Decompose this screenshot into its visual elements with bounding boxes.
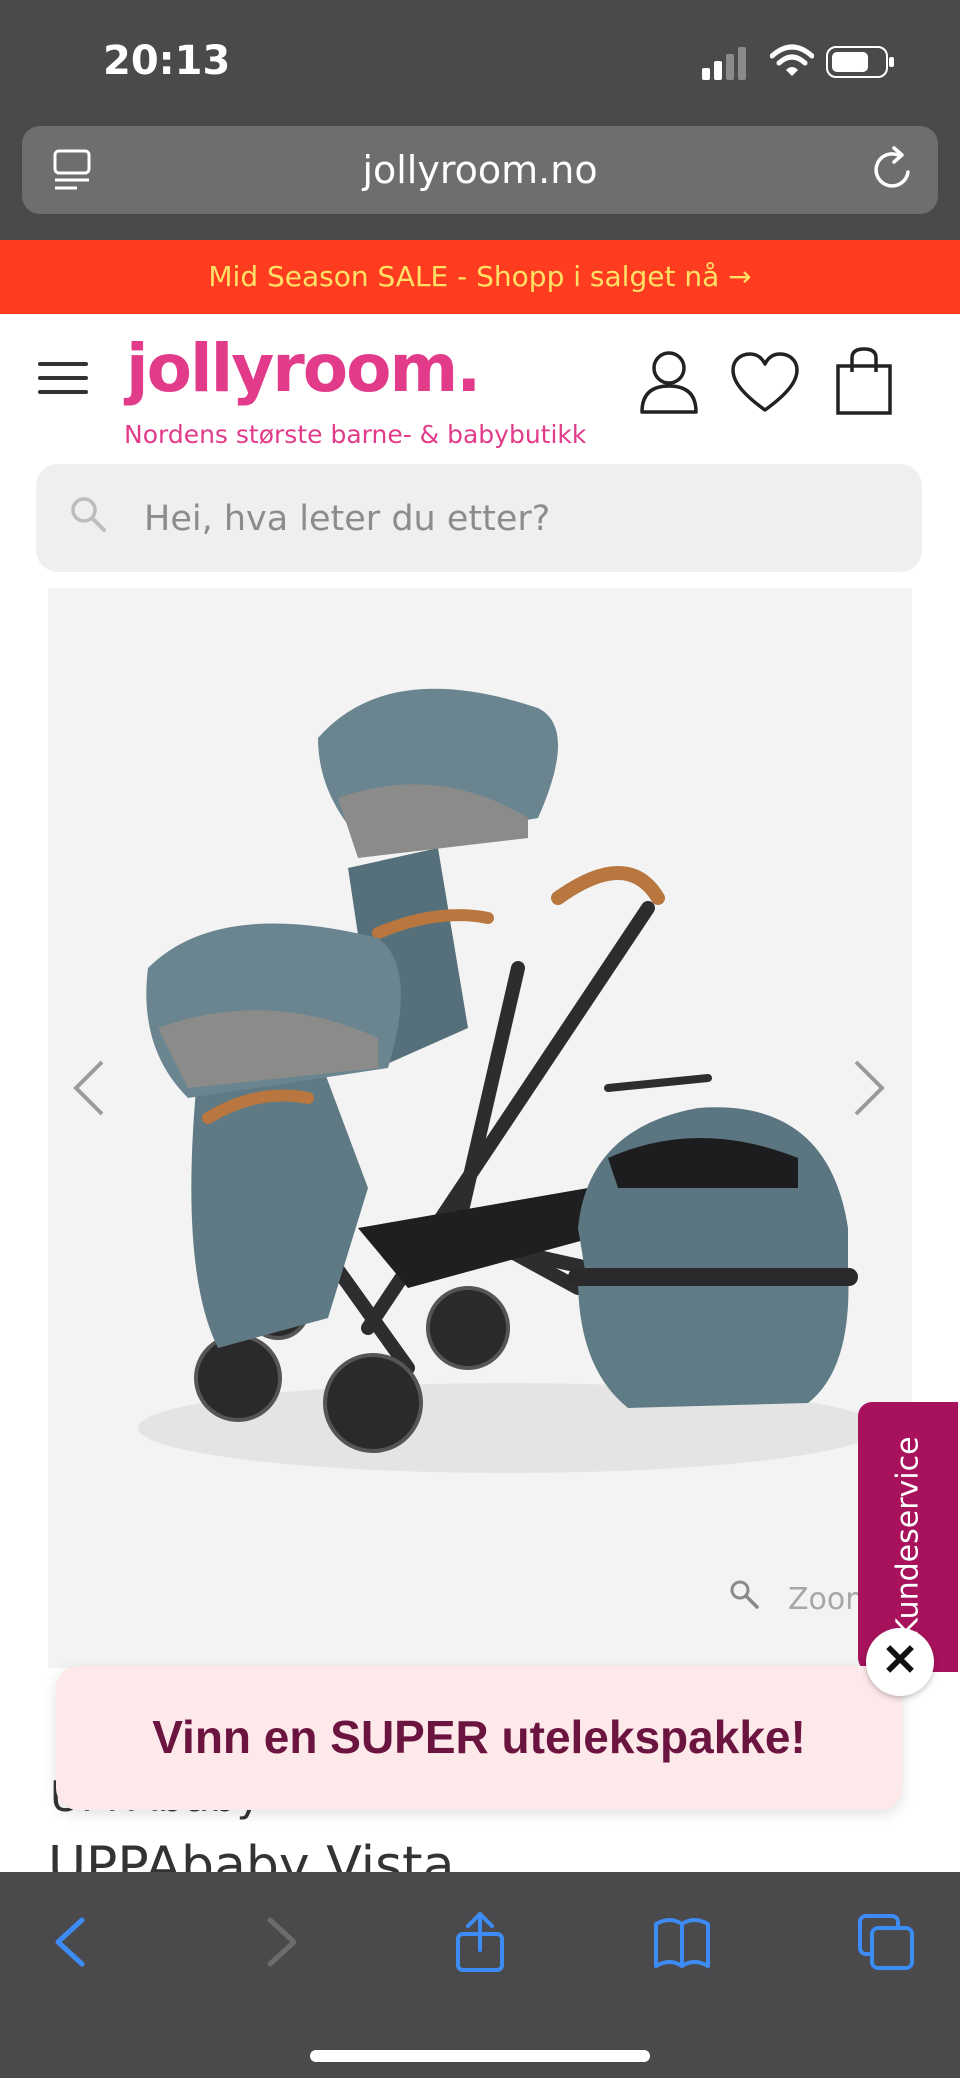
forward-icon[interactable] <box>250 1912 310 1972</box>
promo-banner[interactable]: Mid Season SALE - Shopp i salget nå → <box>0 240 960 314</box>
product-gallery[interactable]: Zoom <box>48 588 912 1668</box>
address-bar[interactable]: jollyroom.no <box>22 126 938 214</box>
wifi-icon <box>770 44 814 76</box>
back-icon[interactable] <box>42 1912 102 1972</box>
url-text[interactable]: jollyroom.no <box>22 148 938 192</box>
browser-toolbar <box>0 1872 960 2078</box>
close-button[interactable]: ✕ <box>866 1628 934 1696</box>
tabs-icon[interactable] <box>856 1912 916 1972</box>
cellular-signal-icon <box>702 47 746 80</box>
search-input[interactable] <box>142 488 886 550</box>
status-time: 20:13 <box>103 38 231 84</box>
promo-popup[interactable]: Vinn en SUPER utelekspakke! <box>56 1666 902 1810</box>
bookmarks-icon[interactable] <box>652 1912 712 1972</box>
chevron-left-icon[interactable] <box>70 1058 110 1118</box>
bag-icon[interactable] <box>834 346 894 416</box>
site-tagline: Nordens største barne- & babybutikk <box>124 420 587 449</box>
browser-chrome: jollyroom.no <box>0 126 960 240</box>
battery-icon <box>826 46 894 78</box>
close-icon: ✕ <box>881 1636 919 1685</box>
search-icon <box>71 497 106 532</box>
status-bar: 20:13 <box>0 0 960 126</box>
customer-service-label: Kundeservice <box>890 1436 926 1638</box>
promo-popup-text[interactable]: Vinn en SUPER utelekspakke! <box>56 1710 902 1764</box>
reload-icon[interactable] <box>870 146 916 192</box>
zoom-icon <box>730 1580 759 1609</box>
hamburger-icon[interactable] <box>38 360 88 396</box>
product-image[interactable] <box>108 668 888 1488</box>
share-icon[interactable] <box>450 1912 510 1972</box>
chevron-right-icon[interactable] <box>848 1058 888 1118</box>
site-logo[interactable]: jollyroom. <box>126 330 481 407</box>
heart-icon[interactable] <box>730 352 800 414</box>
search-bar[interactable] <box>36 464 922 572</box>
home-indicator <box>310 2050 650 2062</box>
user-icon[interactable] <box>638 348 700 414</box>
